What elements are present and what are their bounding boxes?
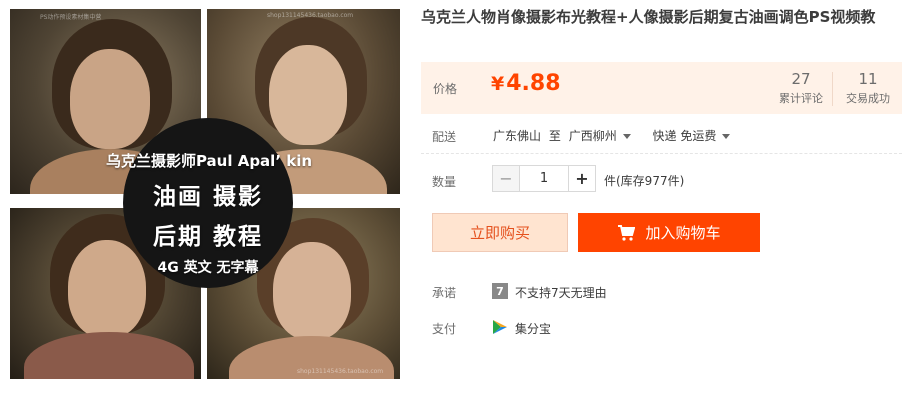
watermark-text: shop131145436.taobao.com: [267, 12, 354, 19]
price-amount: 4.88: [506, 71, 561, 96]
price-label: 价格: [433, 82, 458, 96]
quantity-increase-button[interactable]: +: [568, 165, 596, 192]
reviews-stat[interactable]: 27 累计评论: [771, 70, 831, 106]
overlay-title-line2: 后期 教程: [152, 224, 263, 250]
chevron-down-icon: [722, 134, 731, 139]
divider: [421, 153, 902, 154]
watermark-text: PS动作预设素材集中营: [40, 14, 102, 21]
stock-text: 件(库存977件): [604, 174, 685, 188]
jifenbao-icon: [492, 319, 508, 335]
price-panel: 价格 ¥4.88 27 累计评论 11 交易成功: [421, 62, 902, 114]
buy-now-button[interactable]: 立即购买: [432, 213, 568, 252]
price-value: ¥4.88: [491, 71, 561, 96]
product-main-image[interactable]: PS动作预设素材集中营 shop131145436.taobao.com sho…: [10, 9, 400, 379]
seven-day-return-icon: 7: [492, 283, 508, 299]
overlay-title-line1: 油画 摄影: [152, 184, 263, 210]
ship-to: 广西柳州: [568, 129, 617, 143]
deals-count: 11: [858, 70, 878, 88]
ship-to-select[interactable]: 广西柳州: [569, 129, 645, 143]
payment-method[interactable]: 集分宝: [515, 320, 551, 337]
shopping-cart-icon: [617, 224, 636, 241]
reviews-label: 累计评论: [779, 92, 823, 105]
ship-to-word: 至: [548, 129, 561, 143]
quantity-decrease-button[interactable]: −: [492, 165, 520, 192]
overlay-photographer-text: 乌克兰摄影师Paul Apal’ kin: [105, 152, 313, 170]
reviews-count: 27: [791, 70, 811, 88]
add-to-cart-label: 加入购物车: [645, 224, 721, 242]
currency-symbol: ¥: [491, 73, 505, 95]
quantity-label: 数量: [432, 175, 457, 189]
overlay-spec-text: 4G 英文 无字幕: [157, 260, 259, 276]
watermark-text: shop131145436.taobao.com: [297, 368, 384, 375]
stat-divider: [832, 72, 833, 106]
deals-stat: 11 交易成功: [838, 70, 898, 106]
ship-from: 广东佛山: [493, 129, 542, 143]
promise-text[interactable]: 不支持7天无理由: [515, 284, 607, 301]
promise-label: 承诺: [432, 286, 457, 300]
quantity-input[interactable]: 1: [520, 165, 568, 192]
buy-now-label: 立即购买: [469, 224, 530, 242]
shipping-label: 配送: [432, 130, 457, 144]
ship-method-select[interactable]: 快递 免运费: [653, 129, 745, 143]
payment-label: 支付: [432, 322, 457, 336]
shipping-info: 广东佛山 至 广西柳州 快递 免运费: [493, 127, 748, 144]
deals-label: 交易成功: [846, 92, 890, 105]
quantity-stepper: − 1 +: [492, 165, 596, 192]
product-title: 乌克兰人物肖像摄影布光教程+人像摄影后期复古油画调色PS视频教: [421, 8, 876, 26]
ship-method: 快递 免运费: [652, 129, 717, 143]
chevron-down-icon: [622, 134, 631, 139]
add-to-cart-button[interactable]: 加入购物车: [578, 213, 760, 252]
